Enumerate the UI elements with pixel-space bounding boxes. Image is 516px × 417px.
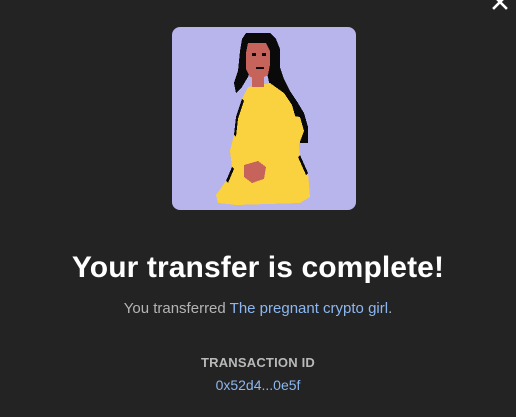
close-icon xyxy=(492,0,508,10)
nft-image xyxy=(172,27,356,210)
transfer-message: You transferred The pregnant crypto girl… xyxy=(0,299,516,319)
page-title: Your transfer is complete! xyxy=(71,251,445,284)
item-name-link[interactable]: The pregnant crypto girl xyxy=(230,300,388,317)
transaction-id-row: 0x52d4...0e5f xyxy=(0,375,516,395)
transaction-id-link[interactable]: 0x52d4...0e5f xyxy=(216,377,301,393)
transaction-id-label: TRANSACTION ID xyxy=(200,355,316,370)
close-button[interactable] xyxy=(491,0,509,11)
transfer-message-suffix: . xyxy=(388,300,393,317)
transfer-complete-modal: Your transfer is complete! You transferr… xyxy=(0,0,516,417)
transfer-message-prefix: You transferred xyxy=(123,300,230,317)
